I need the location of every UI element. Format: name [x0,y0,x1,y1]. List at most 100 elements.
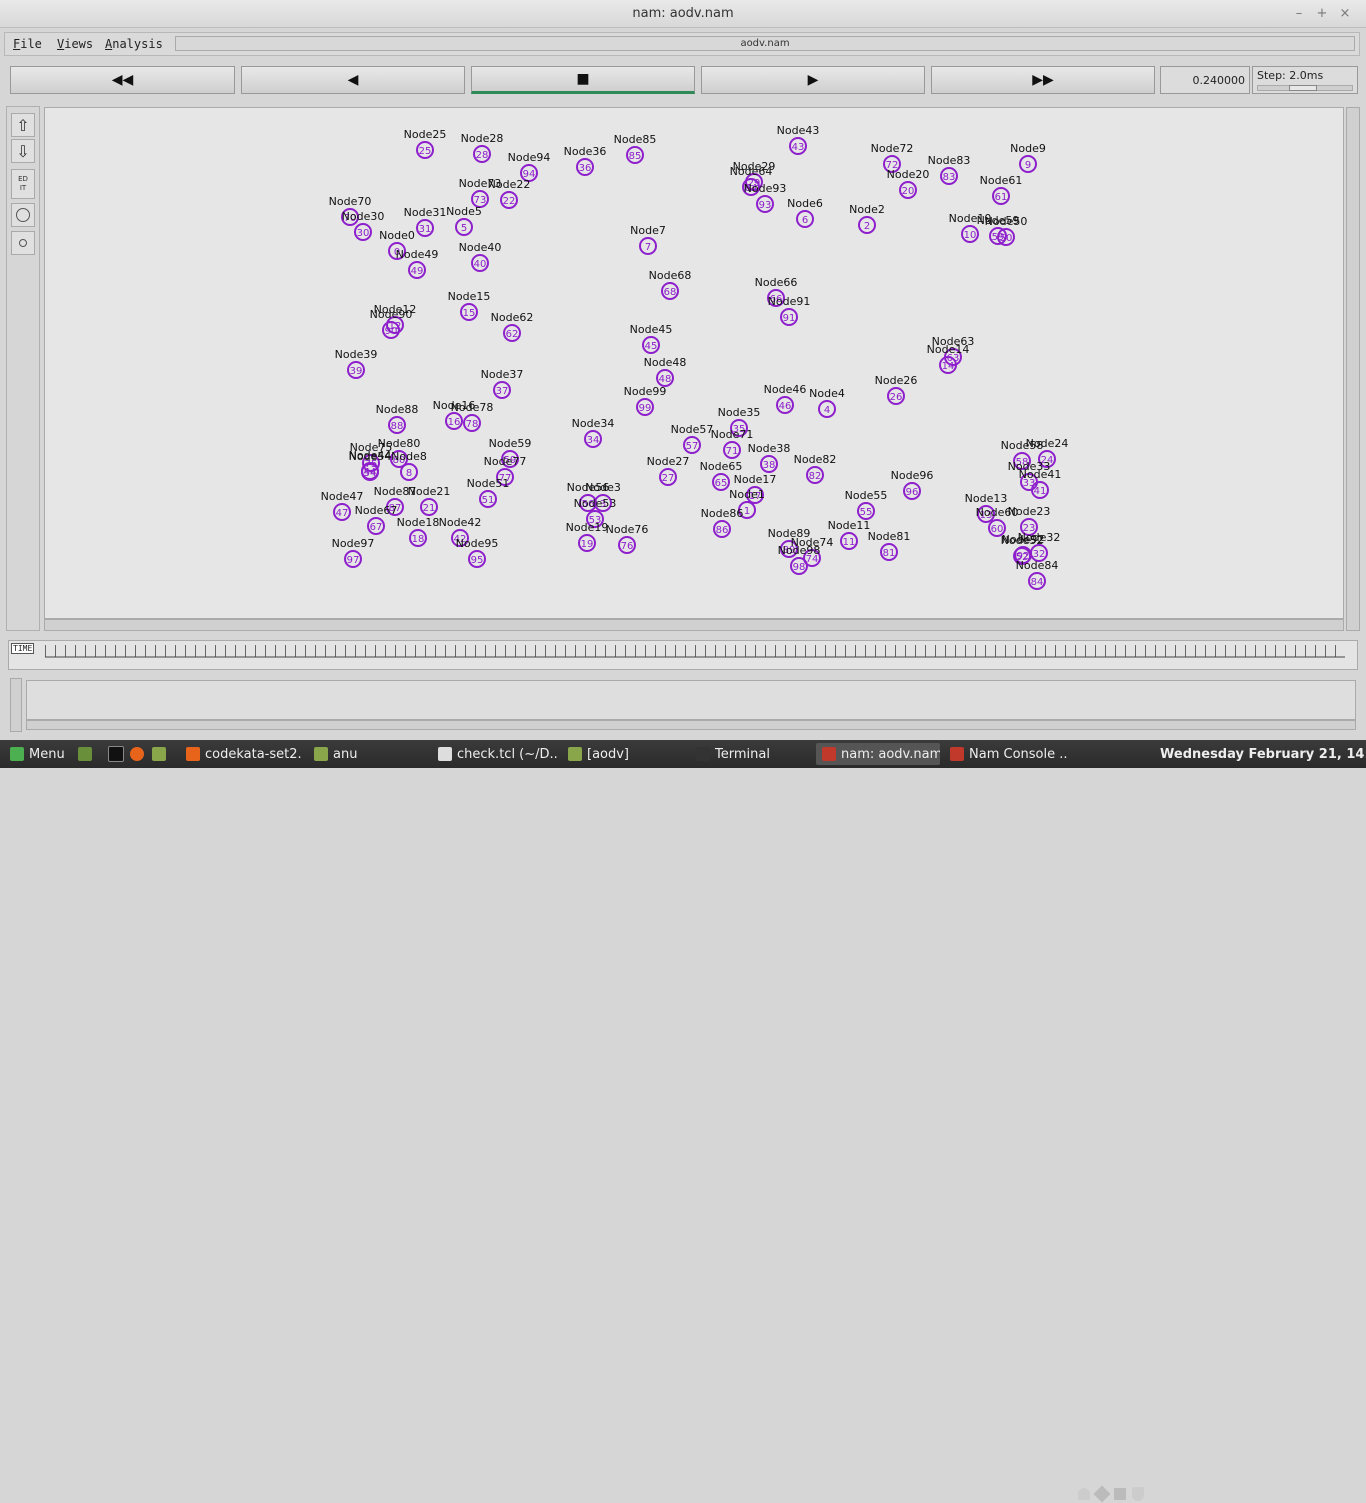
node-86[interactable]: 86 Node86 [701,507,744,538]
node-2[interactable]: 2 Node2 [849,203,885,234]
node-45[interactable]: 45 Node45 [630,323,673,354]
maximize-button[interactable]: + [1313,5,1331,23]
fast-forward-button[interactable]: ▶▶ [931,66,1155,94]
circle-small-icon[interactable] [11,231,35,255]
node-4[interactable]: 4 Node4 [809,387,845,418]
node-15[interactable]: 15 Node15 [448,290,491,321]
node-14[interactable]: 14 Node14 [927,343,970,374]
taskbar-task[interactable]: Nam Console ... [944,743,1068,765]
node-25[interactable]: 25 Node25 [404,128,447,159]
circle-large-icon[interactable] [11,203,35,227]
terminal-launcher[interactable] [106,743,126,765]
start-menu-button[interactable]: Menu [4,743,71,765]
show-desktop-launcher[interactable] [76,743,94,765]
step-slider-thumb[interactable] [1289,85,1317,91]
taskbar-task[interactable]: check.tcl (~/D... [432,743,558,765]
menu-file[interactable]: File [13,37,42,51]
node-19[interactable]: 19 Node19 [566,521,609,552]
taskbar-task[interactable]: anu [308,743,426,765]
clock[interactable]: Wednesday February 21, 14:01 [1160,747,1366,762]
user-icon[interactable] [1078,1488,1090,1500]
task-app-icon [438,747,452,761]
node-85[interactable]: 85 Node85 [614,133,657,164]
node-57[interactable]: 57 Node57 [671,423,714,454]
node-84[interactable]: 84 Node84 [1016,559,1059,590]
node-11[interactable]: 11 Node11 [828,519,871,550]
menu-views[interactable]: Views [57,37,93,51]
node-9[interactable]: 9 Node9 [1010,142,1046,173]
node-68[interactable]: 68 Node68 [649,269,692,300]
node-76[interactable]: 76 Node76 [606,523,649,554]
node-5[interactable]: 5 Node5 [446,205,482,236]
node-93[interactable]: 93 Node93 [744,182,787,213]
node-54[interactable]: 54 Node54 [349,450,392,481]
node-55[interactable]: 55 Node55 [845,489,888,520]
node-51[interactable]: 51 Node51 [467,477,510,508]
node-96[interactable]: 96 Node96 [891,469,934,500]
node-95[interactable]: 95 Node95 [456,537,499,568]
node-49[interactable]: 49 Node49 [396,248,439,279]
volume-icon[interactable] [1114,1488,1126,1500]
node-34[interactable]: 34 Node34 [572,417,615,448]
taskbar-task[interactable]: codekata-set2... [180,743,302,765]
taskbar-task[interactable]: Terminal [690,743,810,765]
node-label: Node13 [965,492,1008,505]
node-97[interactable]: 97 Node97 [332,537,375,568]
node-81[interactable]: 81 Node81 [868,530,911,561]
node-22[interactable]: 22 Node22 [488,178,531,209]
node-21[interactable]: 21 Node21 [408,485,451,516]
node-7[interactable]: 7 Node7 [630,224,666,255]
vertical-scrollbar[interactable] [1346,107,1360,631]
node-82[interactable]: 82 Node82 [794,453,837,484]
node-number: 83 [943,172,956,183]
node-label: Node24 [1026,437,1069,450]
node-48[interactable]: 48 Node48 [644,356,687,387]
node-number: 11 [843,537,856,548]
node-39[interactable]: 39 Node39 [335,348,378,379]
node-37[interactable]: 37 Node37 [481,368,524,399]
shield-icon[interactable] [1132,1487,1144,1501]
node-83[interactable]: 83 Node83 [928,154,971,185]
close-button[interactable]: × [1336,5,1354,23]
title-bar[interactable]: nam: aodv.nam – + × [0,0,1366,28]
node-90[interactable]: 90 Node90 [370,308,413,339]
files-launcher[interactable] [150,743,168,765]
zoom-out-icon[interactable]: ⇩ [11,139,35,163]
play-button[interactable]: ▶ [701,66,925,94]
pen-icon[interactable] [1093,1485,1111,1503]
rewind-button[interactable]: ◀◀ [10,66,235,94]
node-91[interactable]: 91 Node91 [768,295,811,326]
step-back-button[interactable]: ◀ [241,66,465,94]
stop-button[interactable]: ■ [471,66,695,94]
node-28[interactable]: 28 Node28 [461,132,504,163]
node-61[interactable]: 61 Node61 [980,174,1023,205]
node-99[interactable]: 99 Node99 [624,385,667,416]
node-36[interactable]: 36 Node36 [564,145,607,176]
annotation-hscrollbar[interactable] [26,720,1356,730]
node-67[interactable]: 67 Node67 [355,504,398,535]
firefox-launcher[interactable] [128,743,146,765]
annotation-scrollbar[interactable] [10,678,22,732]
menu-analysis[interactable]: Analysis [105,37,163,51]
node-6[interactable]: 6 Node6 [787,197,823,228]
zoom-in-icon[interactable]: ⇧ [11,113,35,137]
minimize-button[interactable]: – [1290,5,1308,23]
network-canvas[interactable]: 25 Node25 28 Node28 94 Node94 36 Node36 85 Node85… [44,107,1344,619]
node-27[interactable]: 27 Node27 [647,455,690,486]
node-18[interactable]: 18 Node18 [397,516,440,547]
node-26[interactable]: 26 Node26 [875,374,918,405]
node-40[interactable]: 40 Node40 [459,241,502,272]
node-20[interactable]: 20 Node20 [887,168,930,199]
node-62[interactable]: 62 Node62 [491,311,534,342]
node-94[interactable]: 94Node94 [508,151,551,182]
taskbar-task[interactable]: [aodv] [562,743,684,765]
node-46[interactable]: 46 Node46 [764,383,807,414]
step-slider[interactable] [1257,85,1353,91]
node-43[interactable]: 43 Node43 [777,124,820,155]
node-38[interactable]: 38 Node38 [748,442,791,473]
taskbar-task[interactable]: nam: aodv.nam [816,743,940,765]
node-88[interactable]: 88 Node88 [376,403,419,434]
timeline[interactable]: TIME [8,640,1358,670]
horizontal-scrollbar[interactable] [44,619,1344,631]
edit-button[interactable]: EDIT [11,169,35,199]
